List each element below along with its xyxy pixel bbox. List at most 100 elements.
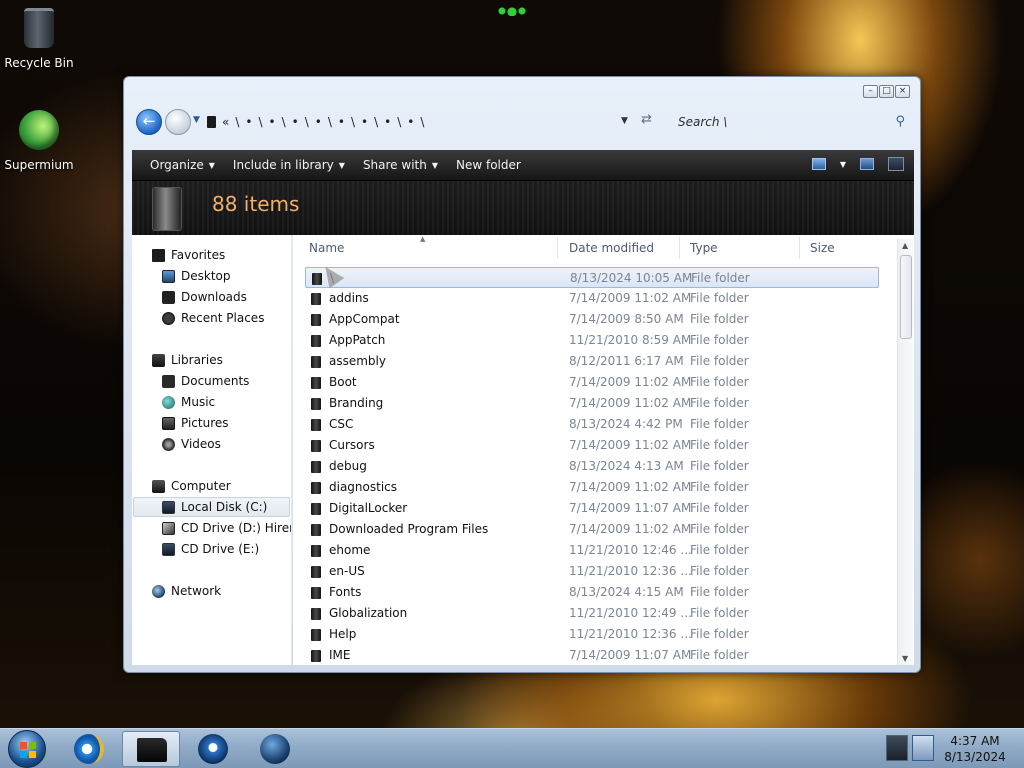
scroll-down-arrow-icon[interactable]: ▼ xyxy=(902,654,908,663)
table-row[interactable]: AppCompat 7/14/2009 8:50 AM File folder xyxy=(305,309,879,330)
file-type: File folder xyxy=(690,522,749,536)
table-row[interactable]: debug 8/13/2024 4:13 AM File folder xyxy=(305,456,879,477)
nav-computer[interactable]: Computer xyxy=(152,476,231,496)
table-row[interactable]: addins 7/14/2009 11:02 AM File folder xyxy=(305,288,879,309)
table-row[interactable]: CSC 8/13/2024 4:42 PM File folder xyxy=(305,414,879,435)
forward-button[interactable] xyxy=(165,109,191,135)
breadcrumb-separator[interactable]: • xyxy=(315,115,322,129)
change-view-icon[interactable] xyxy=(811,158,826,170)
breadcrumb-separator[interactable]: • xyxy=(361,115,368,129)
back-button[interactable]: ← xyxy=(136,109,162,135)
view-options-dropdown-icon[interactable]: ▼ xyxy=(840,160,846,169)
table-row[interactable]: ehome 11/21/2010 12:46 ... File folder xyxy=(305,540,879,561)
nav-cd-drive-e[interactable]: CD Drive (E:) xyxy=(162,539,259,559)
table-row[interactable]: Boot 7/14/2009 11:02 AM File folder xyxy=(305,372,879,393)
start-button[interactable] xyxy=(8,730,46,768)
minimize-button[interactable]: – xyxy=(863,85,878,98)
preview-pane-icon[interactable] xyxy=(860,158,874,170)
nav-desktop[interactable]: Desktop xyxy=(162,266,231,286)
table-row[interactable]: \ 8/13/2024 10:05 AM File folder xyxy=(305,267,879,288)
search-input[interactable]: Search \ ⚲ xyxy=(672,110,910,134)
nav-label: Network xyxy=(171,584,222,598)
column-divider[interactable] xyxy=(679,237,680,259)
breadcrumb-segment[interactable]: \ xyxy=(305,115,309,129)
vertical-scrollbar[interactable]: ▲ ▼ xyxy=(897,239,914,665)
taskbar-globe-app[interactable] xyxy=(246,731,304,767)
nav-recent-places[interactable]: Recent Places xyxy=(162,308,264,328)
search-icon[interactable]: ⚲ xyxy=(895,114,905,129)
chevron-down-icon: ▼ xyxy=(208,160,215,170)
breadcrumb-segment[interactable]: \ xyxy=(351,115,355,129)
column-header-date-modified[interactable]: Date modified xyxy=(569,241,654,257)
table-row[interactable]: AppPatch 11/21/2010 8:59 AM File folder xyxy=(305,330,879,351)
breadcrumb-segment[interactable]: \ xyxy=(235,115,239,129)
refresh-icon[interactable]: ⇄ xyxy=(641,112,652,127)
address-bar[interactable]: « \ • \ • \ • \ • \ • \ • \ • \ • \ xyxy=(205,110,660,134)
table-row[interactable]: Globalization 11/21/2010 12:49 ... File fo… xyxy=(305,603,879,624)
cd-drive-icon xyxy=(162,542,175,556)
new-folder-button[interactable]: New folder xyxy=(456,158,521,172)
taskbar-media-player[interactable] xyxy=(184,731,242,767)
table-row[interactable]: diagnostics 7/14/2009 11:02 AM File folder xyxy=(305,477,879,498)
include-in-library-button[interactable]: Include in library ▼ xyxy=(233,158,345,172)
desktop-icon-supermium[interactable]: Supermium xyxy=(0,110,79,172)
breadcrumb-separator[interactable]: • xyxy=(292,115,299,129)
file-type: File folder xyxy=(690,585,749,599)
scroll-up-arrow-icon[interactable]: ▲ xyxy=(902,241,908,250)
table-row[interactable]: Help 11/21/2010 12:36 ... File folder xyxy=(305,624,879,645)
table-row[interactable]: en-US 11/21/2010 12:36 ... File folder xyxy=(305,561,879,582)
table-row[interactable]: DigitalLocker 7/14/2009 11:07 AM File fold… xyxy=(305,498,879,519)
nav-documents[interactable]: Documents xyxy=(162,371,249,391)
table-row[interactable]: IME 7/14/2009 11:07 AM File folder xyxy=(305,645,879,665)
address-overflow-chevron[interactable]: « xyxy=(222,115,229,129)
breadcrumb-segment[interactable]: \ xyxy=(258,115,262,129)
nav-favorites[interactable]: Favorites xyxy=(152,245,225,265)
breadcrumb-separator[interactable]: • xyxy=(407,115,414,129)
column-divider[interactable] xyxy=(799,237,800,259)
breadcrumb-separator[interactable]: • xyxy=(269,115,276,129)
file-date-modified: 7/14/2009 11:02 AM xyxy=(569,375,692,389)
taskbar-internet-explorer[interactable] xyxy=(60,731,118,767)
nav-network[interactable]: Network xyxy=(152,581,221,601)
share-with-button[interactable]: Share with ▼ xyxy=(363,158,438,172)
taskbar-windows-explorer[interactable] xyxy=(122,731,180,767)
nav-downloads[interactable]: Downloads xyxy=(162,287,247,307)
file-name: en-US xyxy=(329,564,365,578)
nav-pictures[interactable]: Pictures xyxy=(162,413,229,433)
nav-libraries[interactable]: Libraries xyxy=(152,350,223,370)
breadcrumb-segment[interactable]: \ xyxy=(328,115,332,129)
desktop-icon-recycle-bin[interactable]: Recycle Bin xyxy=(0,8,79,70)
breadcrumb-segment[interactable]: \ xyxy=(397,115,401,129)
table-row[interactable]: Fonts 8/13/2024 4:15 AM File folder xyxy=(305,582,879,603)
close-button[interactable]: × xyxy=(895,85,910,98)
breadcrumb-segment[interactable]: \ xyxy=(282,115,286,129)
column-divider[interactable] xyxy=(557,237,558,259)
organize-button[interactable]: Organize ▼ xyxy=(150,158,215,172)
recent-pages-dropdown[interactable]: ▼ xyxy=(193,115,200,125)
desktop-icon-label: Recycle Bin xyxy=(4,56,74,70)
breadcrumb-separator[interactable]: • xyxy=(384,115,391,129)
nav-local-disk-c[interactable]: Local Disk (C:) xyxy=(133,497,290,517)
table-row[interactable]: Downloaded Program Files 7/14/2009 11:02 … xyxy=(305,519,879,540)
table-row[interactable]: assembly 8/12/2011 6:17 AM File folder xyxy=(305,351,879,372)
table-row[interactable]: Cursors 7/14/2009 11:02 AM File folder xyxy=(305,435,879,456)
maximize-button[interactable]: □ xyxy=(879,85,894,98)
volume-icon[interactable] xyxy=(912,735,934,761)
column-header-size[interactable]: Size xyxy=(810,241,835,257)
network-status-icon[interactable] xyxy=(886,735,908,761)
column-header-name[interactable]: Name xyxy=(309,241,344,257)
breadcrumb-segment[interactable]: \ xyxy=(374,115,378,129)
breadcrumb-separator[interactable]: • xyxy=(338,115,345,129)
taskbar-clock[interactable]: 4:37 AM 8/13/2024 xyxy=(940,733,1010,765)
nav-videos[interactable]: Videos xyxy=(162,434,221,454)
file-date-modified: 8/12/2011 6:17 AM xyxy=(569,354,684,368)
breadcrumb-segment[interactable]: \ xyxy=(420,115,424,129)
address-history-dropdown[interactable]: ▼ xyxy=(621,116,628,126)
table-row[interactable]: Branding 7/14/2009 11:02 AM File folder xyxy=(305,393,879,414)
nav-music[interactable]: Music xyxy=(162,392,215,412)
breadcrumb-separator[interactable]: • xyxy=(245,115,252,129)
column-header-type[interactable]: Type xyxy=(690,241,718,257)
help-icon[interactable] xyxy=(888,157,904,171)
scrollbar-thumb[interactable] xyxy=(900,255,912,339)
nav-cd-drive-d[interactable]: CD Drive (D:) Hiren's xyxy=(162,518,291,538)
